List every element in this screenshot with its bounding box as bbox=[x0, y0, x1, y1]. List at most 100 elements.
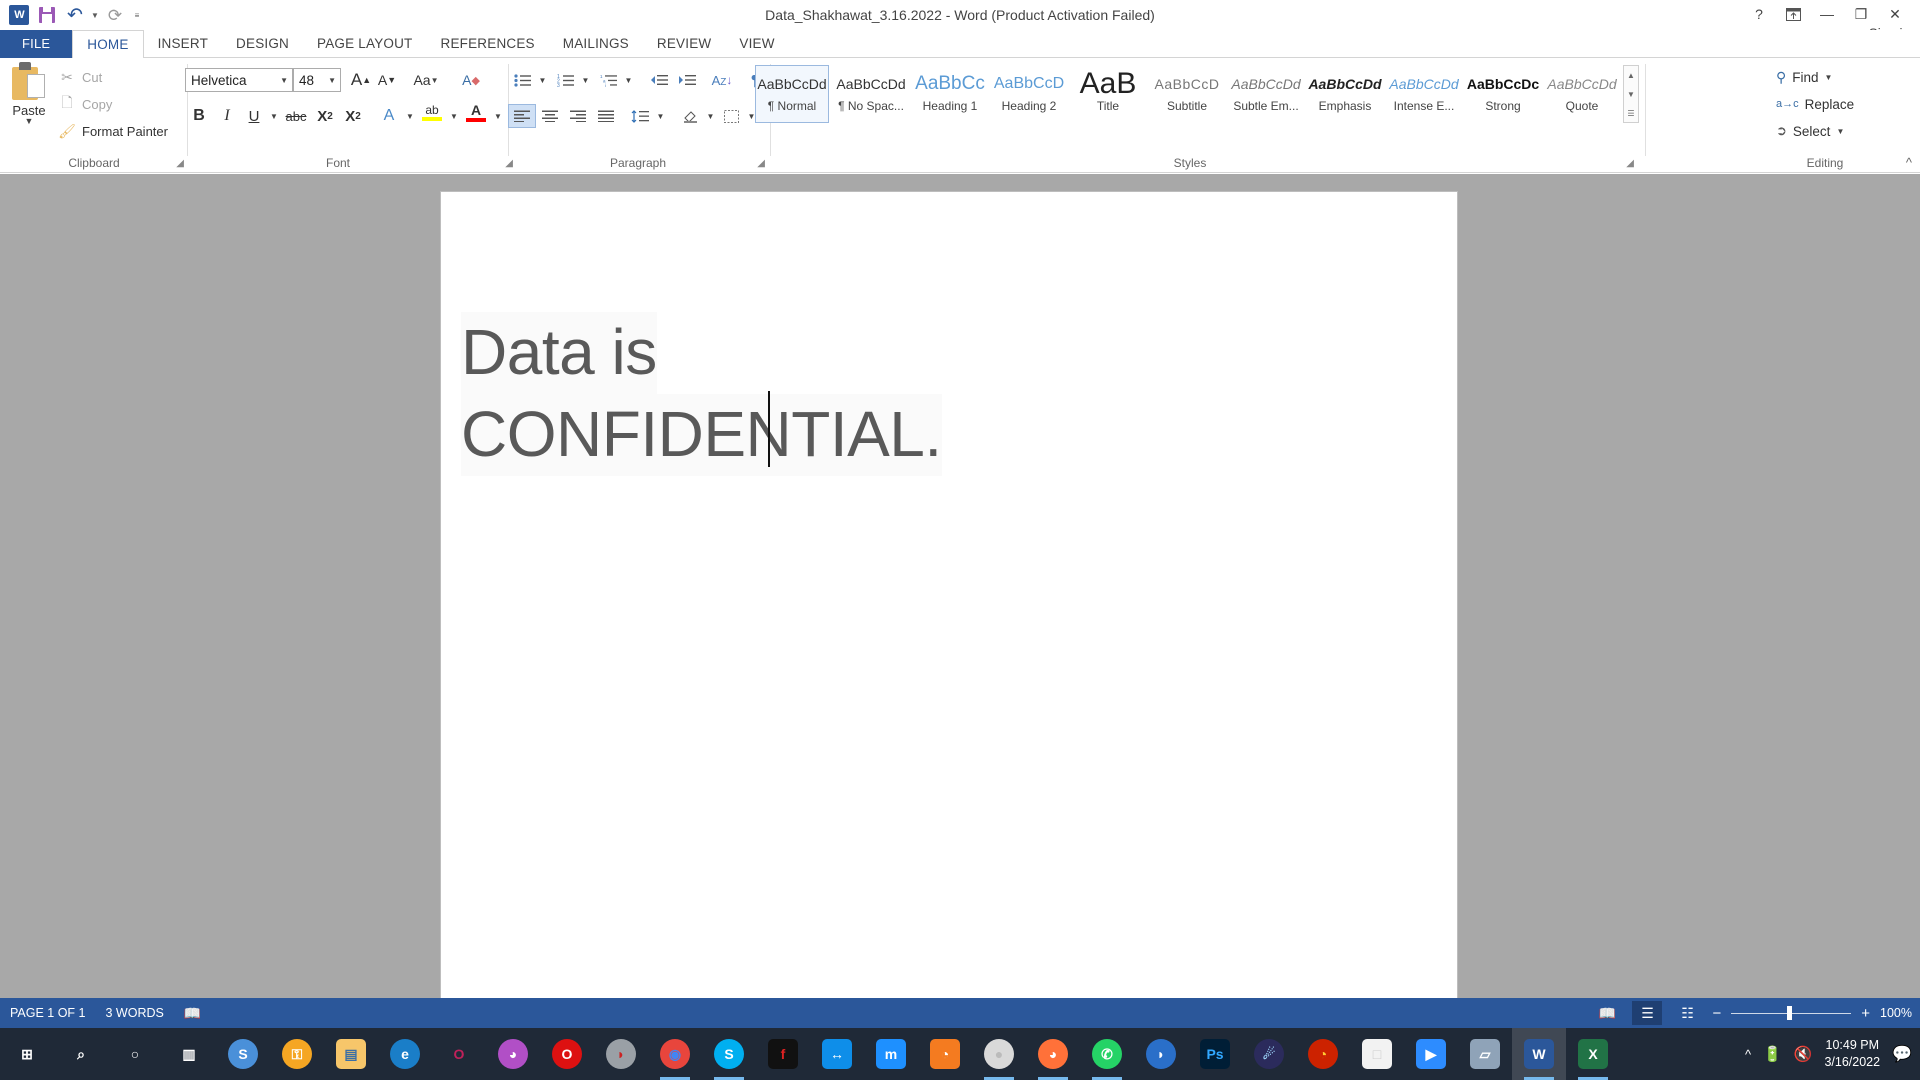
tab-insert[interactable]: INSERT bbox=[144, 30, 222, 58]
multilevel-dropdown-icon[interactable]: ▼ bbox=[622, 68, 635, 92]
cut-button[interactable]: ✂ Cut bbox=[58, 66, 102, 88]
opera-browser-icon[interactable]: O bbox=[540, 1028, 594, 1080]
show-hidden-icons-button[interactable]: ^ bbox=[1745, 1047, 1751, 1062]
opera-neon-icon[interactable]: O bbox=[432, 1028, 486, 1080]
help-icon[interactable]: ? bbox=[1742, 1, 1776, 27]
align-right-button[interactable] bbox=[564, 104, 592, 128]
word-count[interactable]: 3 WORDS bbox=[106, 1006, 164, 1020]
highlight-dropdown-icon[interactable]: ▼ bbox=[447, 104, 461, 128]
avast-secure-browser-icon[interactable]: ⚿ bbox=[270, 1028, 324, 1080]
style-heading-2[interactable]: AaBbCcD Heading 2 bbox=[992, 65, 1066, 123]
tab-home[interactable]: HOME bbox=[72, 30, 144, 59]
line-spacing-dropdown-icon[interactable]: ▼ bbox=[654, 104, 667, 128]
minimize-button[interactable]: — bbox=[1810, 1, 1844, 27]
web-layout-button[interactable]: ☷ bbox=[1672, 1001, 1702, 1025]
borders-button[interactable] bbox=[717, 104, 745, 128]
read-mode-button[interactable]: 📖 bbox=[1592, 1001, 1622, 1025]
skype-icon[interactable]: S bbox=[702, 1028, 756, 1080]
style-quote[interactable]: AaBbCcDd Quote bbox=[1545, 65, 1619, 123]
dev-tool-icon[interactable]: ▱ bbox=[1458, 1028, 1512, 1080]
format-painter-button[interactable]: 🖌 Format Painter bbox=[58, 120, 168, 142]
document-scroll-area[interactable]: Data is CONFIDENTIAL. bbox=[0, 174, 1920, 1001]
clear-formatting-button[interactable]: A ◆ bbox=[456, 68, 486, 92]
zoom-out-button[interactable]: − bbox=[1712, 1005, 1721, 1022]
tab-view[interactable]: VIEW bbox=[725, 30, 788, 58]
underline-button[interactable]: U bbox=[241, 104, 267, 128]
style-intense-emphasis[interactable]: AaBbCcDd Intense E... bbox=[1387, 65, 1461, 123]
sphere-app-icon[interactable]: ● bbox=[972, 1028, 1026, 1080]
style-normal[interactable]: AaBbCcDd ¶ Normal bbox=[755, 65, 829, 123]
shading-dropdown-icon[interactable]: ▼ bbox=[704, 104, 717, 128]
replace-button[interactable]: a→c Replace bbox=[1776, 93, 1854, 115]
mozilla-firefox-icon[interactable]: ◕ bbox=[1026, 1028, 1080, 1080]
google-chrome-icon[interactable]: ◉ bbox=[648, 1028, 702, 1080]
proofing-errors-icon[interactable]: 📖 bbox=[184, 1005, 201, 1022]
styles-scroll-down-icon[interactable]: ▼ bbox=[1624, 85, 1638, 104]
text-effects-dropdown-icon[interactable]: ▼ bbox=[403, 104, 417, 128]
text-effects-button[interactable]: A bbox=[375, 104, 403, 128]
tab-page-layout[interactable]: PAGE LAYOUT bbox=[303, 30, 426, 58]
uc-browser-icon[interactable]: ◔ bbox=[918, 1028, 972, 1080]
font-size-input[interactable]: 48 ▼ bbox=[293, 68, 341, 92]
select-dropdown-icon[interactable]: ▼ bbox=[1836, 127, 1844, 136]
tab-file[interactable]: FILE bbox=[0, 30, 73, 58]
search-button[interactable]: ⌕ bbox=[54, 1028, 108, 1080]
underline-dropdown-icon[interactable]: ▼ bbox=[267, 104, 281, 128]
decrease-indent-button[interactable] bbox=[645, 68, 673, 92]
style-no-spacing[interactable]: AaBbCcDd ¶ No Spac... bbox=[834, 65, 908, 123]
tab-design[interactable]: DESIGN bbox=[222, 30, 303, 58]
microsoft-edge-icon[interactable]: e bbox=[378, 1028, 432, 1080]
battery-charging-icon[interactable]: 🔋 bbox=[1763, 1045, 1782, 1063]
zoom-in-button[interactable]: + bbox=[1861, 1005, 1870, 1022]
blue-browser-icon[interactable]: ◗ bbox=[1134, 1028, 1188, 1080]
collapse-ribbon-button[interactable]: ^ bbox=[1906, 155, 1912, 170]
taskbar-clock[interactable]: 10:49 PM 3/16/2022 bbox=[1824, 1037, 1880, 1071]
subscript-button[interactable]: X2 bbox=[311, 104, 339, 128]
maxthon-icon[interactable]: m bbox=[864, 1028, 918, 1080]
tab-references[interactable]: REFERENCES bbox=[427, 30, 549, 58]
file-explorer-icon[interactable]: ▤ bbox=[324, 1028, 378, 1080]
tab-review[interactable]: REVIEW bbox=[643, 30, 725, 58]
zoom-slider-thumb[interactable] bbox=[1787, 1006, 1793, 1020]
font-name-dropdown-icon[interactable]: ▼ bbox=[280, 76, 288, 85]
grow-font-button[interactable]: A ▲ bbox=[348, 68, 374, 92]
cortana-button[interactable]: ○ bbox=[108, 1028, 162, 1080]
superscript-button[interactable]: X2 bbox=[339, 104, 367, 128]
microsoft-excel-icon[interactable]: X bbox=[1566, 1028, 1620, 1080]
document-file-icon[interactable]: □ bbox=[1350, 1028, 1404, 1080]
multilevel-list-button[interactable]: 1ai bbox=[594, 68, 622, 92]
style-emphasis[interactable]: AaBbCcDd Emphasis bbox=[1308, 65, 1382, 123]
task-view-button[interactable]: ▥ bbox=[162, 1028, 216, 1080]
shrink-font-button[interactable]: A ▼ bbox=[374, 68, 400, 92]
microsoft-word-icon[interactable]: W bbox=[1512, 1028, 1566, 1080]
comet-app-icon[interactable]: ☄ bbox=[1242, 1028, 1296, 1080]
action-center-icon[interactable]: 💬 bbox=[1892, 1044, 1912, 1064]
torch-browser-icon[interactable]: ◔ bbox=[1296, 1028, 1350, 1080]
numbering-dropdown-icon[interactable]: ▼ bbox=[579, 68, 592, 92]
font-name-input[interactable]: Helvetica ▼ bbox=[185, 68, 293, 92]
find-dropdown-icon[interactable]: ▼ bbox=[1825, 73, 1833, 82]
shading-button[interactable] bbox=[676, 104, 704, 128]
adobe-photoshop-icon[interactable]: Ps bbox=[1188, 1028, 1242, 1080]
increase-indent-button[interactable] bbox=[673, 68, 701, 92]
opera-gx-icon[interactable]: ◕ bbox=[486, 1028, 540, 1080]
teamviewer-icon[interactable]: ↔ bbox=[810, 1028, 864, 1080]
page-indicator[interactable]: PAGE 1 OF 1 bbox=[10, 1006, 86, 1020]
style-heading-1[interactable]: AaBbCc Heading 1 bbox=[913, 65, 987, 123]
select-button[interactable]: ➲ Select ▼ bbox=[1776, 120, 1844, 142]
align-center-button[interactable] bbox=[536, 104, 564, 128]
bullets-button[interactable] bbox=[508, 68, 536, 92]
close-button[interactable]: ✕ bbox=[1878, 1, 1912, 27]
styles-scroll-up-icon[interactable]: ▲ bbox=[1624, 66, 1638, 85]
zoom-slider[interactable] bbox=[1731, 998, 1852, 1028]
strikethrough-button[interactable]: abc bbox=[281, 104, 311, 128]
restore-button[interactable]: ❐ bbox=[1844, 1, 1878, 27]
style-strong[interactable]: AaBbCcDc Strong bbox=[1466, 65, 1540, 123]
italic-button[interactable]: I bbox=[213, 104, 241, 128]
whatsapp-icon[interactable]: ✆ bbox=[1080, 1028, 1134, 1080]
font-size-dropdown-icon[interactable]: ▼ bbox=[328, 76, 336, 85]
flash-player-icon[interactable]: f bbox=[756, 1028, 810, 1080]
start-button[interactable]: ⊞ bbox=[0, 1028, 54, 1080]
ribbon-display-options-icon[interactable] bbox=[1776, 1, 1810, 27]
justify-button[interactable] bbox=[592, 104, 620, 128]
